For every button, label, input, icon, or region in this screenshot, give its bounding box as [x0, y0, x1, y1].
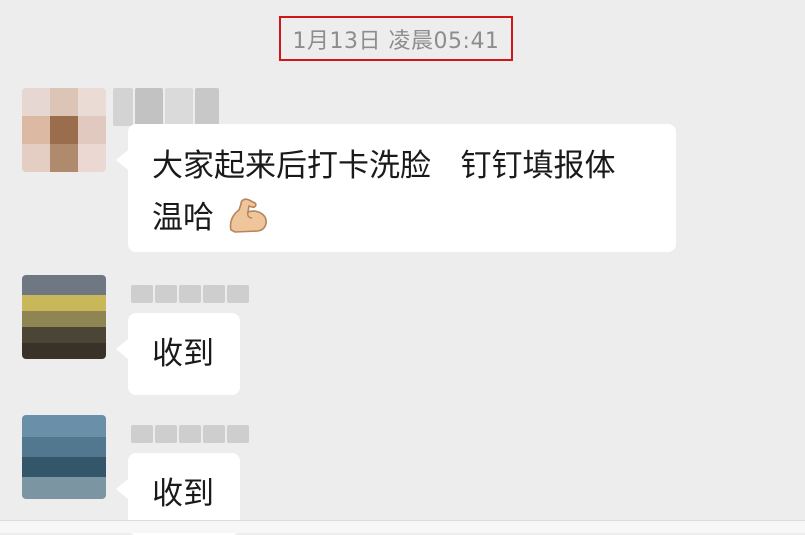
timestamp: 1月13日 凌晨05:41: [292, 28, 500, 54]
sender-name-blurred: [131, 425, 249, 447]
sender-name-blurred: [131, 285, 249, 307]
flexed-biceps-icon: [229, 198, 267, 233]
avatar[interactable]: [22, 415, 106, 499]
message-text: 收到: [152, 476, 214, 512]
message-bubble[interactable]: 收到: [116, 313, 240, 395]
message-text: 收到: [152, 336, 214, 372]
avatar[interactable]: [22, 275, 106, 359]
message-bubble[interactable]: 大家起来后打卡洗脸 钉钉填报体 温哈: [116, 124, 676, 252]
avatar[interactable]: [22, 88, 106, 172]
sender-name-blurred: [113, 88, 219, 126]
timestamp-highlight-box: 1月13日 凌晨05:41: [279, 16, 513, 61]
input-bar-edge: [0, 520, 805, 533]
